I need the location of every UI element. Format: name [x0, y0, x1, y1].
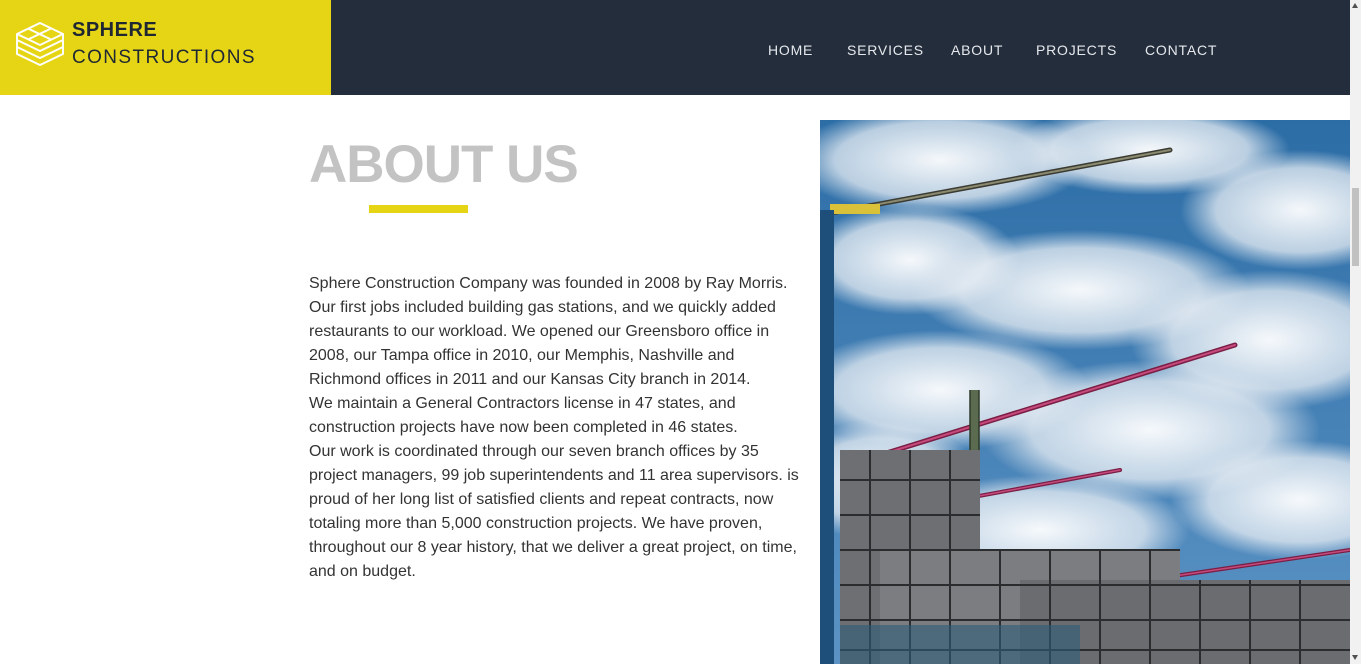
brand-name-line1: SPHERE [72, 19, 158, 41]
site-header: SPHERE CONSTRUCTIONS HOME SERVICES ABOUT… [0, 0, 1350, 95]
nav-services[interactable]: SERVICES [847, 42, 924, 58]
layered-cube-logo-icon [16, 22, 64, 66]
scroll-up-icon[interactable] [1352, 3, 1358, 8]
nav-projects[interactable]: PROJECTS [1036, 42, 1117, 58]
nav-about[interactable]: ABOUT [951, 42, 1003, 58]
page-scrollbar[interactable] [1350, 0, 1361, 664]
construction-cranes-illustration [820, 120, 1350, 664]
nav-contact[interactable]: CONTACT [1145, 42, 1217, 58]
scroll-down-icon[interactable] [1352, 655, 1358, 660]
construction-cranes-photo [820, 120, 1350, 664]
brand-name-line2: CONSTRUCTIONS [72, 47, 256, 68]
scroll-thumb[interactable] [1352, 188, 1359, 266]
title-underline [369, 205, 468, 213]
about-paragraph: We maintain a General Contractors licens… [309, 395, 738, 436]
brand-logo-block[interactable]: SPHERE CONSTRUCTIONS [0, 0, 331, 95]
about-body: Sphere Construction Company was founded … [309, 272, 805, 584]
about-paragraph: Sphere Construction Company was founded … [309, 275, 788, 388]
about-paragraph: Our work is coordinated through our seve… [309, 443, 799, 580]
about-title: ABOUT US [309, 135, 579, 194]
nav-home[interactable]: HOME [768, 42, 813, 58]
